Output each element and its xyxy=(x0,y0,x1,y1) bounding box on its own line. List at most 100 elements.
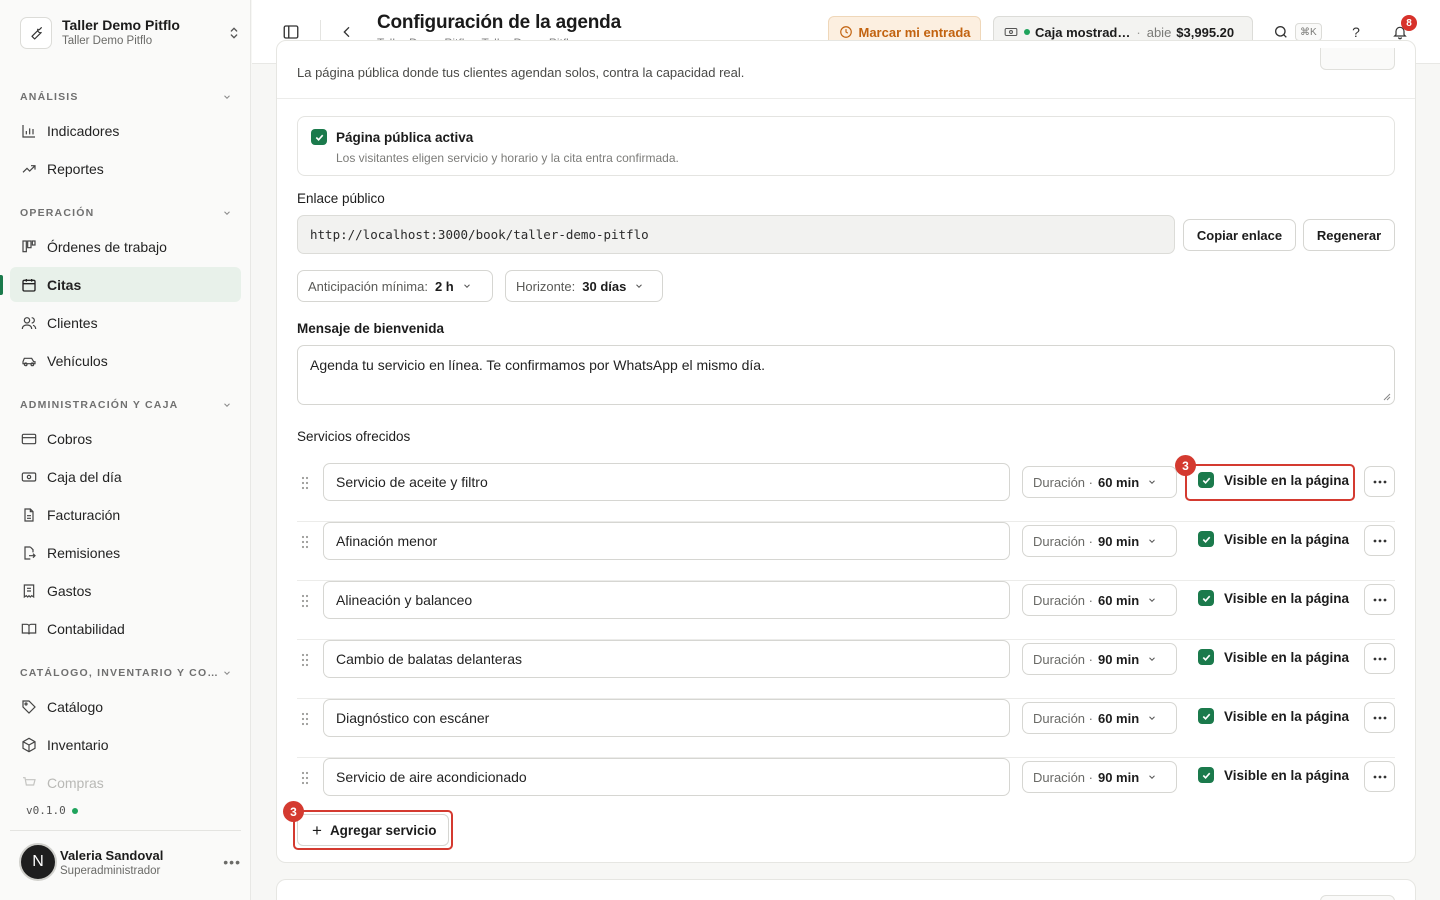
user-menu[interactable]: N Valeria Sandoval Superadministrador ••… xyxy=(19,842,241,882)
check-icon xyxy=(1202,772,1210,779)
nav-item-facturacion[interactable]: Facturación xyxy=(10,497,241,532)
nav-section-catalogo[interactable]: CATÁLOGO, INVENTARIO Y CO… xyxy=(20,664,232,682)
row-more-button[interactable] xyxy=(1364,643,1395,674)
visible-checkbox[interactable] xyxy=(1198,531,1214,547)
service-name-input[interactable]: Afinación menor xyxy=(323,522,1010,560)
visible-toggle[interactable]: Visible en la página xyxy=(1198,767,1349,783)
highlight-marker: 3 xyxy=(283,801,304,822)
visible-label: Visible en la página xyxy=(1224,708,1350,724)
nav-item-clientes[interactable]: Clientes xyxy=(10,305,241,340)
bar-chart-icon xyxy=(20,122,38,140)
nav-label: Remisiones xyxy=(47,544,121,561)
visible-toggle[interactable]: Visible en la página xyxy=(1198,708,1349,724)
shortcut-hint: ⌘K xyxy=(1295,23,1322,41)
cash-amount: $3,995.20 xyxy=(1176,24,1235,40)
min-advance-select[interactable]: Anticipación mínima: 2 h xyxy=(297,270,493,302)
nav-section-analisis[interactable]: ANÁLISIS xyxy=(20,88,232,106)
card-action-button[interactable] xyxy=(1320,48,1395,70)
visible-checkbox[interactable] xyxy=(1198,708,1214,724)
nav-section-administracion[interactable]: ADMINISTRACIÓN Y CAJA xyxy=(20,396,232,414)
nav-item-reportes[interactable]: Reportes xyxy=(10,151,241,186)
nav-item-ordenes[interactable]: Órdenes de trabajo xyxy=(10,229,241,264)
duration-label: Duración · xyxy=(1033,533,1093,549)
row-more-button[interactable] xyxy=(1364,702,1395,733)
drag-handle-icon[interactable] xyxy=(300,476,310,490)
duration-select[interactable]: Duración · 90 min xyxy=(1022,761,1177,793)
drag-handle-icon[interactable] xyxy=(300,653,310,667)
more-horizontal-icon[interactable]: ••• xyxy=(223,854,241,870)
check-icon xyxy=(315,134,323,141)
service-name-input[interactable]: Servicio de aceite y filtro xyxy=(323,463,1010,501)
visible-toggle[interactable]: Visible en la página xyxy=(1198,649,1349,665)
visible-label: Visible en la página xyxy=(1224,590,1350,606)
active-indicator xyxy=(0,275,3,295)
nav-item-vehiculos[interactable]: Vehículos xyxy=(10,343,241,378)
drag-handle-icon[interactable] xyxy=(300,771,310,785)
cash-state: abie xyxy=(1146,24,1172,40)
nav-item-citas[interactable]: Citas xyxy=(10,267,241,302)
public-page-toggle[interactable]: Página pública activa Los visitantes eli… xyxy=(297,116,1395,176)
row-more-button[interactable] xyxy=(1364,525,1395,556)
nav-item-gastos[interactable]: Gastos xyxy=(10,573,241,608)
more-horizontal-icon xyxy=(1373,716,1386,719)
duration-select[interactable]: Duración · 60 min xyxy=(1022,584,1177,616)
public-link-label: Enlace público xyxy=(297,191,385,206)
welcome-textarea[interactable]: Agenda tu servicio en línea. Te confirma… xyxy=(297,345,1395,405)
service-name-input[interactable]: Cambio de balatas delanteras xyxy=(323,640,1010,678)
nav-item-indicadores[interactable]: Indicadores xyxy=(10,113,241,148)
nav-item-remisiones[interactable]: Remisiones xyxy=(10,535,241,570)
public-link-field[interactable]: http://localhost:3000/book/taller-demo-p… xyxy=(297,215,1175,254)
service-name-input[interactable]: Servicio de aire acondicionado xyxy=(323,758,1010,796)
drag-handle-icon[interactable] xyxy=(300,535,310,549)
service-row: Afinación menor Duración · 90 min Visibl… xyxy=(297,522,1395,581)
visible-checkbox[interactable] xyxy=(1198,590,1214,606)
workspace-switcher[interactable]: Taller Demo Pitflo Taller Demo Pitflo xyxy=(20,15,242,51)
select-value: 30 días xyxy=(582,278,627,294)
nav-item-contabilidad[interactable]: Contabilidad xyxy=(10,611,241,646)
regenerate-button[interactable]: Regenerar xyxy=(1303,219,1395,251)
duration-select[interactable]: Duración · 60 min xyxy=(1022,466,1177,498)
visible-checkbox[interactable] xyxy=(1198,649,1214,665)
visible-toggle[interactable]: Visible en la página xyxy=(1198,590,1349,606)
public-page-checkbox[interactable] xyxy=(311,129,327,145)
duration-select[interactable]: Duración · 90 min xyxy=(1022,643,1177,675)
public-page-subtitle: Los visitantes eligen servicio y horario… xyxy=(336,151,679,165)
drag-handle-icon[interactable] xyxy=(300,712,310,726)
notification-badge: 8 xyxy=(1401,15,1417,31)
welcome-text: Agenda tu servicio en línea. Te confirma… xyxy=(310,357,765,373)
nav-item-cobros[interactable]: Cobros xyxy=(10,421,241,456)
duration-value: 60 min xyxy=(1097,592,1140,608)
select-label: Anticipación mínima: xyxy=(308,278,428,294)
row-more-button[interactable] xyxy=(1364,584,1395,615)
resize-handle-icon[interactable] xyxy=(1383,393,1391,401)
nav-item-caja[interactable]: Caja del día xyxy=(10,459,241,494)
service-name-input[interactable]: Alineación y balanceo xyxy=(323,581,1010,619)
visible-toggle[interactable]: Visible en la página xyxy=(1198,531,1349,547)
page-title: Configuración de la agenda xyxy=(377,12,621,33)
row-more-button[interactable] xyxy=(1364,761,1395,792)
duration-select[interactable]: Duración · 60 min xyxy=(1022,702,1177,734)
cash-name: Caja mostrad… xyxy=(1035,24,1131,40)
more-horizontal-icon xyxy=(1373,480,1386,483)
duration-value: 60 min xyxy=(1097,474,1140,490)
more-horizontal-icon xyxy=(1373,539,1386,542)
nav-label: Indicadores xyxy=(47,122,120,139)
horizon-select[interactable]: Horizonte: 30 días xyxy=(505,270,663,302)
service-name-input[interactable]: Diagnóstico con escáner xyxy=(323,699,1010,737)
visible-checkbox[interactable] xyxy=(1198,767,1214,783)
nav-section-operacion[interactable]: OPERACIÓN xyxy=(20,204,232,222)
nav-item-compras[interactable]: Compras xyxy=(10,765,241,800)
card-action-button[interactable] xyxy=(1320,895,1395,900)
copy-link-button[interactable]: Copiar enlace xyxy=(1183,219,1296,251)
duration-select[interactable]: Duración · 90 min xyxy=(1022,525,1177,557)
duration-value: 90 min xyxy=(1097,533,1140,549)
duration-value: 90 min xyxy=(1097,651,1140,667)
select-value: 2 h xyxy=(434,278,454,294)
chevron-down-icon xyxy=(1147,595,1157,605)
nav-item-catalogo[interactable]: Catálogo xyxy=(10,689,241,724)
nav-item-inventario[interactable]: Inventario xyxy=(10,727,241,762)
service-name: Cambio de balatas delanteras xyxy=(336,651,523,667)
calendar-icon xyxy=(20,276,38,294)
drag-handle-icon[interactable] xyxy=(300,594,310,608)
row-more-button[interactable] xyxy=(1364,466,1395,497)
